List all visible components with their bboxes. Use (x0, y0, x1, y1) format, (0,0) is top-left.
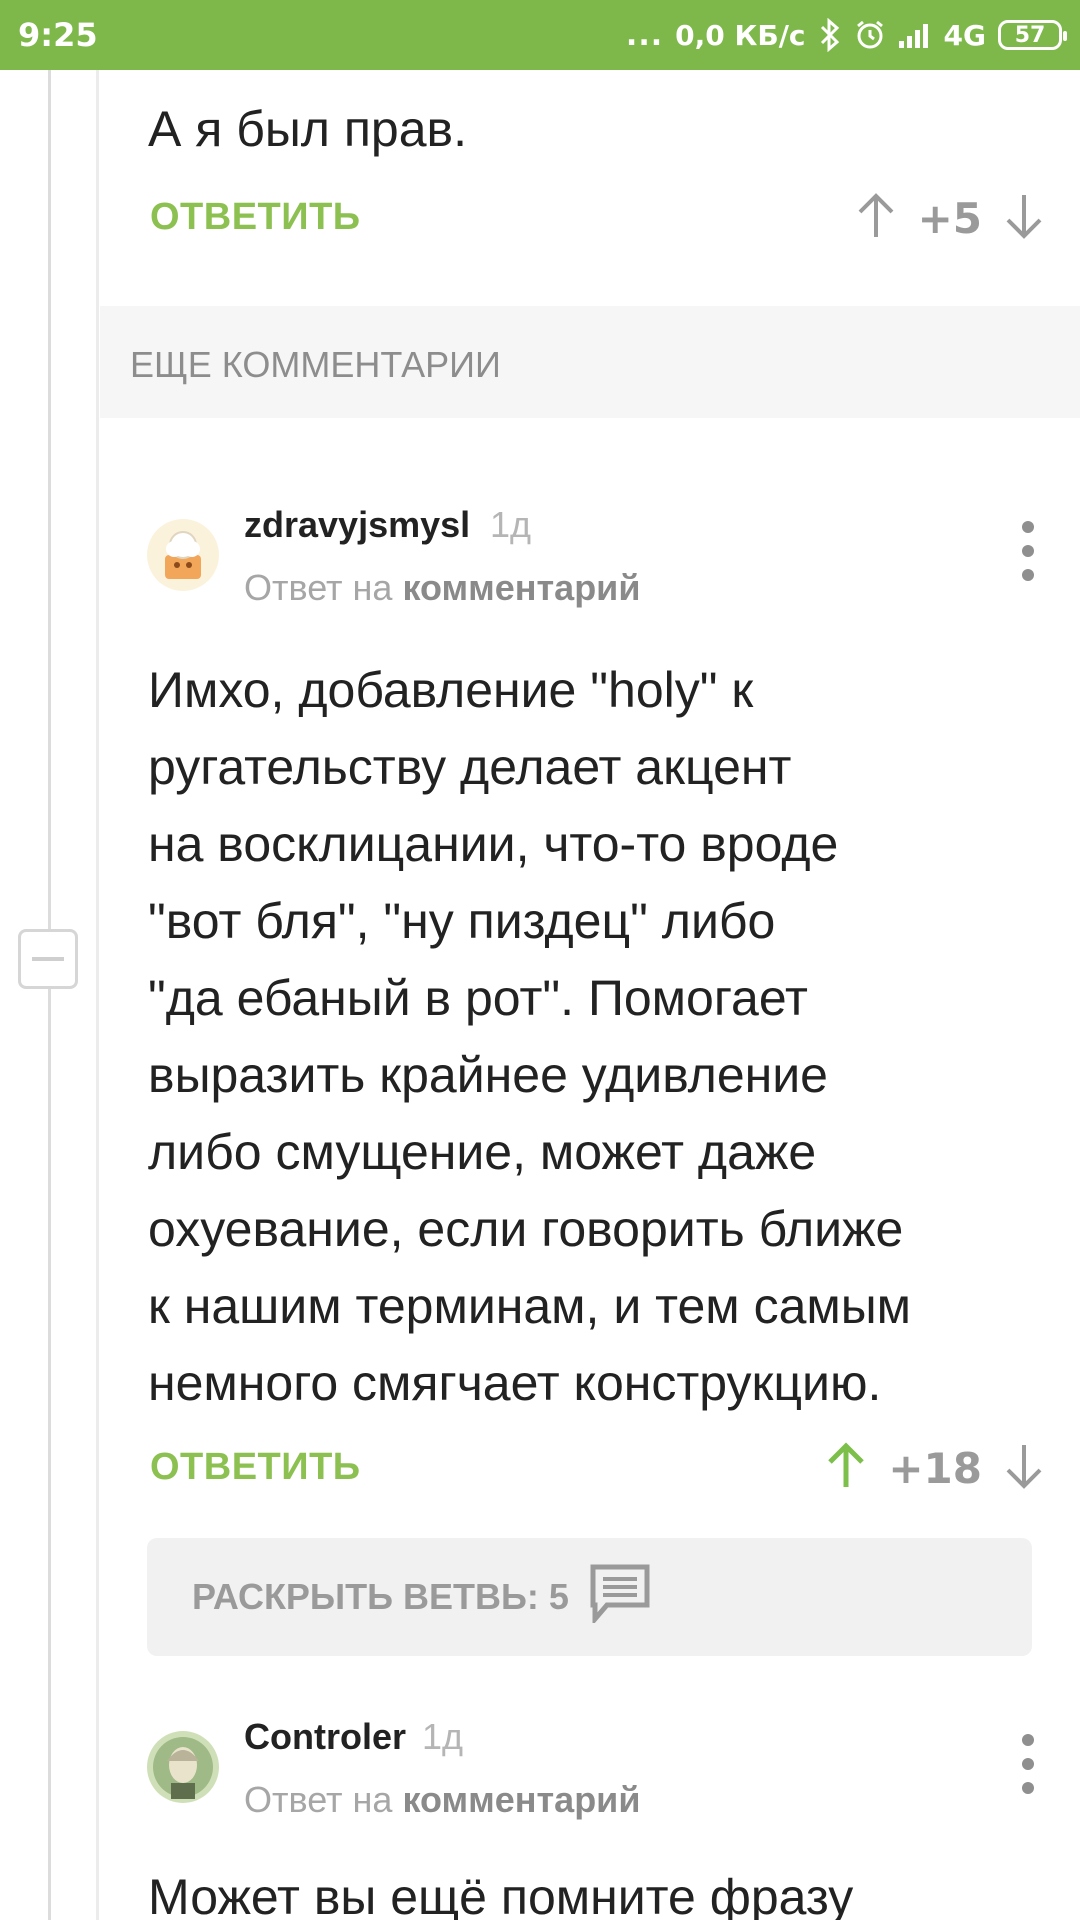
collapse-thread-button[interactable] (18, 929, 78, 989)
comment-line: к нашим терминам, и тем самым (148, 1278, 912, 1334)
battery-icon: 57 (998, 20, 1067, 50)
thread-line (48, 70, 51, 1920)
signal-icon (898, 21, 932, 49)
status-bar: 9:25 ... 0,0 КБ/с 4G 57 (0, 0, 1080, 70)
vote-controls: +5 (856, 188, 1044, 248)
clock: 9:25 (18, 16, 98, 54)
upvote-icon[interactable] (856, 191, 896, 246)
vote-controls: +18 (826, 1438, 1044, 1498)
bluetooth-icon (818, 18, 842, 52)
comment-line: охуевание, если говорить ближе (148, 1201, 904, 1257)
reply-button[interactable]: ОТВЕТИТЬ (150, 1446, 361, 1489)
comment-line: Имхо, добавление "holy" к (148, 662, 754, 718)
score: +5 (917, 193, 982, 243)
more-notifications-icon: ... (625, 17, 664, 53)
comment-line: либо смущение, может даже (148, 1124, 817, 1180)
more-comments-bar[interactable]: ЕЩЕ КОММЕНТАРИИ (100, 306, 1080, 418)
comment-time: 1д (422, 1716, 464, 1757)
username[interactable]: Controler (244, 1716, 406, 1758)
comment-text: А я был прав. (148, 101, 467, 157)
comment-line: немного смягчает конструкцию. (148, 1355, 882, 1411)
reply-target-link[interactable]: комментарий (402, 1779, 640, 1820)
network-speed: 0,0 КБ/с (675, 18, 806, 52)
reply-prefix: Ответ на (244, 567, 393, 608)
reply-to: Ответ на комментарий (244, 567, 640, 609)
downvote-icon[interactable] (1004, 1441, 1044, 1496)
network-type: 4G (943, 18, 986, 52)
username[interactable]: zdravyjsmysl (244, 504, 470, 546)
comment-icon (589, 1563, 651, 1632)
thread-line-nested (96, 70, 99, 1920)
avatar[interactable] (147, 519, 219, 591)
comment-text: Может вы ещё помните фразу (148, 1869, 854, 1920)
status-icons: ... 0,0 КБ/с 4G 57 (625, 14, 1067, 56)
reply-target-link[interactable]: комментарий (402, 567, 640, 608)
comment-line: ругательству делает акцент (148, 739, 792, 795)
more-comments-label: ЕЩЕ КОММЕНТАРИИ (130, 344, 501, 385)
more-options-icon[interactable] (1016, 1734, 1040, 1794)
upvote-icon[interactable] (826, 1441, 866, 1496)
reply-button[interactable]: ОТВЕТИТЬ (150, 196, 361, 239)
avatar[interactable] (147, 1731, 219, 1803)
minus-icon (32, 957, 64, 961)
score: +18 (888, 1443, 982, 1493)
expand-thread-button[interactable]: РАСКРЫТЬ ВЕТВЬ: 5 (147, 1538, 1032, 1656)
comment-text: Имхо, добавление "holy" к ругательству д… (148, 652, 1048, 1422)
downvote-icon[interactable] (1004, 191, 1044, 246)
expand-thread-label: РАСКРЫТЬ ВЕТВЬ: 5 (192, 1576, 569, 1617)
alarm-icon (854, 19, 886, 51)
comment-line: на восклицании, что-то вроде (148, 816, 839, 872)
comment-line: "да ебаный в рот". Помогает (148, 970, 808, 1026)
comment-time: 1д (490, 504, 532, 545)
battery-level: 57 (1014, 22, 1046, 48)
comment-line: "вот бля", "ну пиздец" либо (148, 893, 776, 949)
comment-line: выразить крайнее удивление (148, 1047, 828, 1103)
reply-prefix: Ответ на (244, 1779, 393, 1820)
more-options-icon[interactable] (1016, 521, 1040, 581)
reply-to: Ответ на комментарий (244, 1779, 640, 1821)
